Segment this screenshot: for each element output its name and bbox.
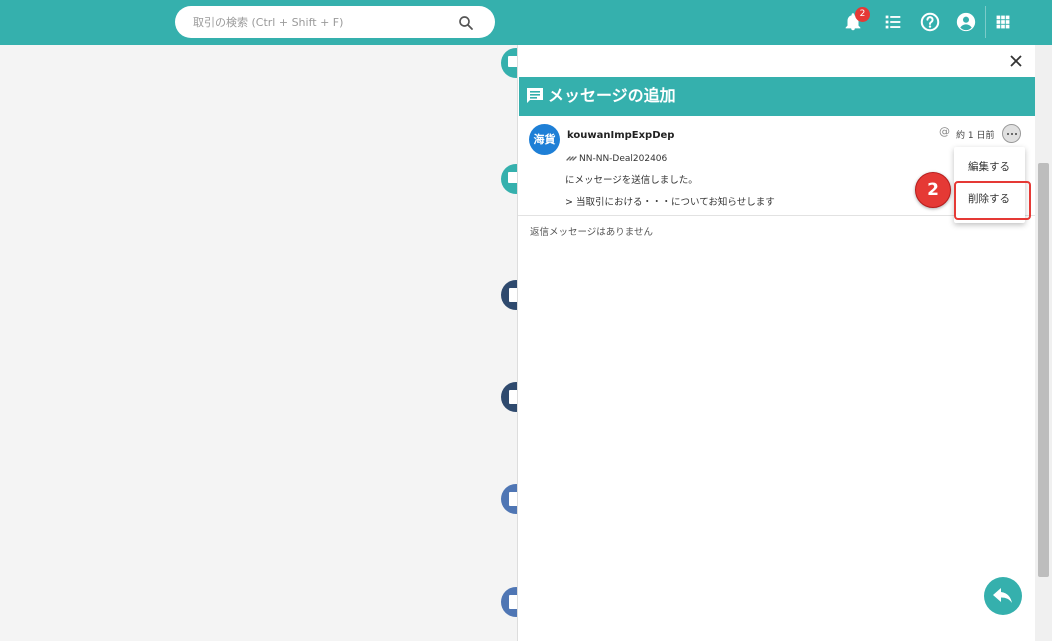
no-replies-text: 返信メッセージはありません — [530, 227, 654, 238]
scrollbar[interactable] — [1035, 45, 1052, 641]
panel-title: メッセージの追加 — [548, 86, 676, 105]
notification-badge: 2 — [855, 7, 870, 22]
link-icon — [566, 156, 577, 161]
highlight-box — [954, 181, 1031, 220]
step-marker: 2 — [915, 172, 951, 208]
search-input[interactable] — [193, 12, 453, 32]
apps-grid-icon[interactable] — [992, 11, 1014, 33]
search-icon[interactable] — [457, 14, 475, 32]
account-icon[interactable] — [955, 11, 977, 33]
close-icon[interactable] — [1007, 52, 1025, 70]
message-quote: > 当取引における・・・についてお知らせします — [565, 197, 775, 208]
panel-title-bar: メッセージの追加 — [519, 77, 1036, 116]
message-line: にメッセージを送信しました。 — [565, 175, 698, 186]
reply-icon — [993, 588, 1012, 603]
reply-button[interactable] — [984, 577, 1022, 615]
header-divider — [985, 6, 986, 38]
edit-menu-item[interactable]: 編集する — [954, 153, 1025, 181]
message-icon — [527, 88, 543, 103]
help-icon[interactable] — [919, 11, 941, 33]
mention-icon[interactable]: @ — [939, 125, 950, 138]
deal-link[interactable]: NN-NN-Deal202406 — [566, 153, 667, 164]
list-icon[interactable] — [882, 11, 904, 33]
avatar: 海貨 — [529, 124, 560, 155]
top-bar: 2 — [0, 0, 1052, 45]
more-options-icon[interactable] — [1002, 124, 1021, 143]
message-author: kouwanImpExpDep — [567, 130, 675, 141]
message-timestamp: 約 1 日前 — [956, 131, 995, 141]
message-panel: メッセージの追加 海貨 kouwanImpExpDep @ 約 1 日前 NN-… — [517, 45, 1036, 641]
search-box[interactable] — [175, 6, 495, 38]
deal-name[interactable]: NN-NN-Deal202406 — [579, 154, 667, 164]
scrollbar-thumb[interactable] — [1038, 163, 1049, 577]
